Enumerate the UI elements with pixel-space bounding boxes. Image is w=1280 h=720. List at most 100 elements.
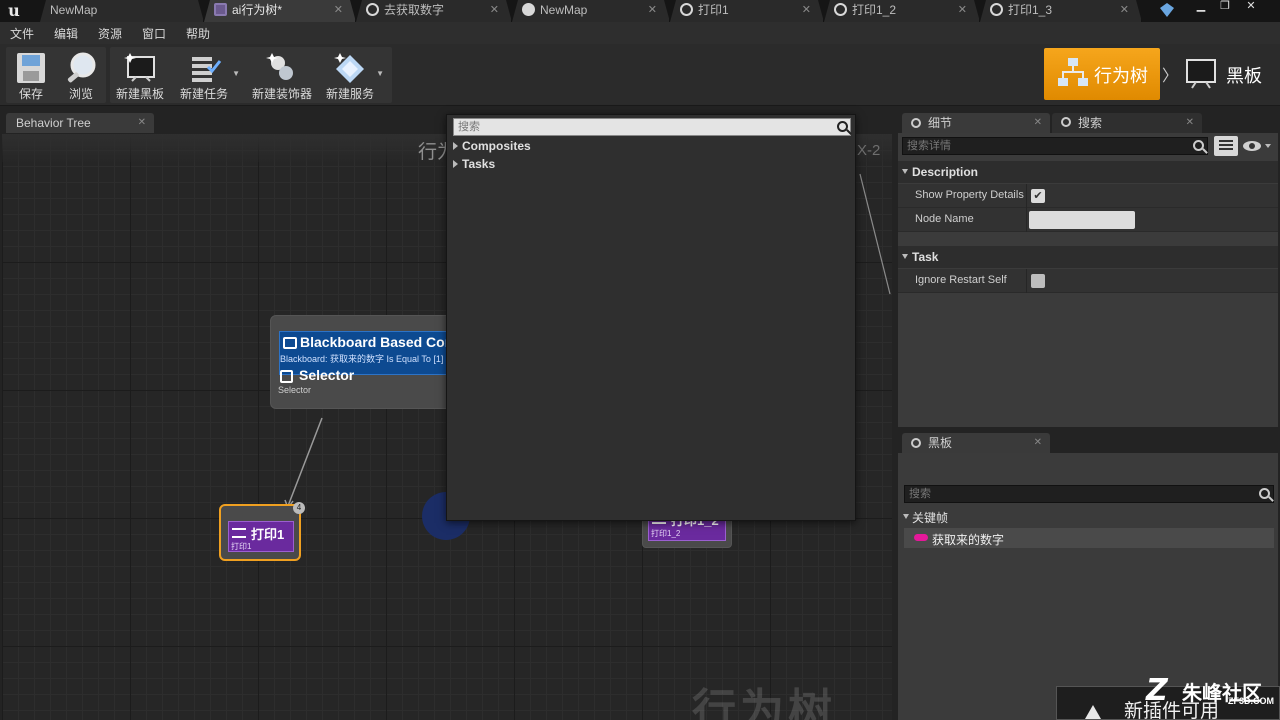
tab-behavior-tree-graph[interactable]: Behavior Tree ✕	[6, 113, 154, 133]
save-label: 保存	[18, 87, 43, 101]
tab-label: NewMap	[50, 3, 98, 17]
node-search-input[interactable]: 搜索	[453, 118, 851, 136]
tab-search[interactable]: 搜索 ✕	[1052, 113, 1202, 133]
new-blackboard-button[interactable]: 新建黑板	[114, 47, 166, 103]
tab-newmap-2[interactable]: NewMap ✕	[512, 0, 670, 22]
close-icon[interactable]: ✕	[1034, 113, 1042, 133]
new-decorator-label: 新建装饰器	[251, 87, 312, 101]
close-icon[interactable]: ✕	[490, 0, 499, 20]
section-task[interactable]: Task	[898, 246, 1278, 268]
close-window-button[interactable]: ✕	[1242, 0, 1260, 14]
search-icon[interactable]	[1193, 140, 1204, 151]
menu-window[interactable]: 窗口	[142, 25, 166, 42]
close-icon[interactable]: ✕	[802, 0, 811, 20]
prop-label: Ignore Restart Self	[915, 274, 1007, 286]
browse-label: 浏览	[68, 87, 93, 101]
menu-edit[interactable]: 编辑	[54, 25, 78, 42]
tab-print1-2[interactable]: 打印1_2 ✕	[824, 0, 980, 22]
blueprint-icon	[366, 3, 379, 16]
node-name-input[interactable]	[1029, 211, 1135, 229]
blueprint-icon	[834, 3, 847, 16]
blackboard-icon	[122, 51, 158, 85]
details-search-input[interactable]: 搜索详情	[902, 137, 1208, 155]
collapse-arrow-icon[interactable]	[903, 514, 909, 519]
site-logo-domain: ZF3D.COM	[1228, 696, 1274, 706]
task-title: 打印1	[251, 527, 285, 542]
prop-ignore-restart-self: Ignore Restart Self	[898, 269, 1278, 293]
blackboard-mode-button[interactable]: 黑板	[1182, 48, 1272, 100]
blueprint-icon	[990, 3, 1003, 16]
ue-logo-icon[interactable]: u	[4, 1, 24, 21]
prop-divider	[1026, 208, 1027, 232]
eye-icon[interactable]	[1242, 139, 1272, 156]
browse-button[interactable]: 浏览	[58, 47, 104, 103]
add-node-popup: 搜索 Composites Tasks	[446, 114, 856, 521]
menu-help[interactable]: 帮助	[186, 25, 210, 42]
collapse-arrow-icon[interactable]	[902, 254, 908, 259]
new-task-label: 新建任务	[179, 87, 228, 101]
service-icon	[332, 51, 368, 85]
show-property-details-checkbox[interactable]: ✔	[1031, 189, 1045, 203]
new-service-button[interactable]: ▼ 新建服务	[324, 47, 384, 103]
chevron-down-icon[interactable]: ▼	[376, 69, 384, 78]
menu-file[interactable]: 文件	[10, 25, 34, 42]
selector-composite-node[interactable]: Blackboard Based Condition Blackboard: 获…	[270, 315, 491, 409]
section-description[interactable]: Description	[898, 161, 1278, 183]
behavior-tree-icon	[1056, 56, 1090, 95]
category-composites[interactable]: Composites	[453, 139, 531, 153]
category-tasks[interactable]: Tasks	[453, 157, 495, 171]
tab-newmap[interactable]: NewMap	[40, 0, 204, 22]
source-control-icon[interactable]	[1158, 2, 1176, 18]
new-task-button[interactable]: ▼ 新建任务	[176, 47, 240, 103]
expand-arrow-icon[interactable]	[453, 142, 458, 150]
prop-node-name: Node Name	[898, 208, 1278, 232]
mode-separator: 〉	[1162, 68, 1179, 85]
task-node-print1[interactable]: 打印1 打印1 4	[219, 502, 305, 561]
graph-tab-label: Behavior Tree	[16, 116, 91, 130]
chevron-down-icon[interactable]: ▼	[232, 69, 240, 78]
maximize-button[interactable]: ❐	[1216, 0, 1234, 14]
behavior-tree-mode-label: 行为树	[1094, 66, 1148, 86]
close-icon[interactable]: ✕	[648, 0, 657, 20]
expand-arrow-icon[interactable]	[453, 160, 458, 168]
behavior-tree-mode-button[interactable]: 行为树	[1044, 48, 1160, 100]
task-subtitle: 打印1	[231, 542, 252, 551]
task-icon	[186, 51, 222, 85]
search-icon[interactable]	[1259, 488, 1270, 499]
tab-details[interactable]: 细节 ✕	[902, 113, 1050, 133]
tab-label: 去获取数字	[384, 3, 445, 17]
view-options-button[interactable]	[1214, 136, 1238, 156]
close-icon[interactable]: ✕	[1186, 113, 1194, 133]
close-icon[interactable]: ✕	[1120, 0, 1129, 20]
collapse-arrow-icon[interactable]	[902, 169, 908, 174]
new-decorator-button[interactable]: 新建装饰器	[250, 47, 314, 103]
blackboard-category-label: 关键帧	[912, 511, 949, 525]
menu-asset[interactable]: 资源	[98, 25, 122, 42]
save-button[interactable]: 保存	[8, 47, 54, 103]
warning-icon	[1085, 705, 1101, 719]
tab-print1[interactable]: 打印1 ✕	[670, 0, 824, 22]
close-icon[interactable]: ✕	[138, 113, 146, 133]
section-title: Task	[912, 250, 939, 264]
prop-show-property-details: Show Property Details ✔	[898, 184, 1278, 208]
tab-blackboard[interactable]: 黑板 ✕	[902, 433, 1050, 453]
ignore-restart-self-checkbox[interactable]	[1031, 274, 1045, 288]
selector-icon	[280, 370, 293, 383]
tab-label: ai行为树*	[232, 3, 283, 17]
blackboard-category[interactable]: 关键帧	[903, 509, 949, 526]
search-icon[interactable]	[837, 121, 848, 132]
gear-icon	[911, 438, 921, 448]
minimize-button[interactable]: ▁	[1192, 0, 1210, 14]
tab-get-number[interactable]: 去获取数字 ✕	[356, 0, 512, 22]
blackboard-condition-icon	[283, 337, 297, 349]
close-icon[interactable]: ✕	[958, 0, 967, 20]
new-service-label: 新建服务	[325, 87, 374, 101]
close-icon[interactable]: ✕	[334, 0, 343, 20]
tab-ai-behavior-tree[interactable]: ai行为树* ✕	[204, 0, 356, 22]
blackboard-search-input[interactable]: 搜索	[904, 485, 1274, 503]
tab-label: 打印1	[698, 3, 729, 17]
search-tab-label: 搜索	[1078, 116, 1103, 130]
blackboard-key-row[interactable]: 获取来的数字	[904, 528, 1274, 548]
tab-print1-3[interactable]: 打印1_3 ✕	[980, 0, 1142, 22]
close-icon[interactable]: ✕	[1034, 433, 1042, 453]
